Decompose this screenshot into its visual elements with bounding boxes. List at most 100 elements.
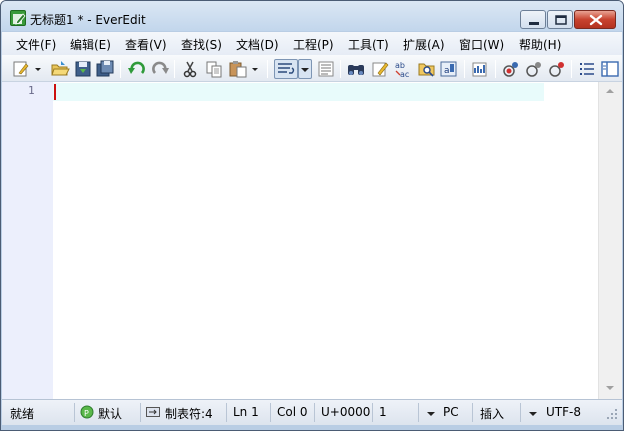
- find-in-files-button[interactable]: [417, 59, 437, 79]
- record-macro-icon: [503, 62, 518, 77]
- text-view-button[interactable]: [316, 59, 336, 79]
- scroll-up-icon[interactable]: [606, 89, 614, 93]
- redo-button[interactable]: [150, 59, 170, 79]
- open-folder-icon: [51, 61, 70, 76]
- find-in-files-icon: [418, 63, 435, 77]
- svg-text:ab: ab: [395, 61, 405, 70]
- selection-label: 1: [379, 405, 387, 419]
- menu-extensions[interactable]: 扩展(A): [403, 36, 445, 53]
- record-macro-button[interactable]: [501, 59, 521, 79]
- codepoint-label: U+0000: [321, 405, 371, 419]
- toolbar-separator: [571, 60, 572, 78]
- close-icon: [589, 14, 603, 26]
- open-button[interactable]: [50, 59, 70, 79]
- play-macro-button[interactable]: [524, 59, 544, 79]
- everedit-app-icon: [10, 10, 26, 26]
- run-macro-icon: [549, 62, 564, 77]
- svg-text:P: P: [84, 409, 89, 418]
- title-bar: 无标题1 * - EverEdit: [1, 1, 623, 31]
- scroll-down-icon[interactable]: [606, 386, 614, 390]
- editor-area[interactable]: 1: [2, 82, 622, 399]
- toolbar-separator: [495, 60, 496, 78]
- new-document-icon: [13, 61, 29, 77]
- list-button[interactable]: [577, 59, 597, 79]
- panel-icon: [601, 61, 619, 77]
- line-number: 1: [28, 84, 35, 97]
- menu-project[interactable]: 工程(P): [293, 36, 334, 53]
- cut-button[interactable]: [180, 59, 200, 79]
- menu-window[interactable]: 窗口(W): [459, 36, 504, 53]
- scheme-icon: P: [80, 405, 94, 419]
- column-label: Col 0: [277, 405, 308, 419]
- menu-file[interactable]: 文件(F): [16, 36, 56, 53]
- replace-abc-icon: ab ac: [395, 61, 409, 79]
- svg-text:ac: ac: [400, 70, 409, 79]
- paste-dropdown-button[interactable]: [250, 59, 260, 79]
- menu-search[interactable]: 查找(S): [181, 36, 222, 53]
- toolbar-separator: [340, 60, 341, 78]
- find-edit-icon: [372, 62, 389, 77]
- close-button[interactable]: [574, 10, 616, 29]
- chevron-down-icon: [252, 68, 258, 71]
- macro-button[interactable]: [470, 59, 490, 79]
- status-insert-mode[interactable]: 插入: [472, 403, 520, 422]
- chevron-down-icon: [35, 68, 41, 71]
- play-macro-icon: [526, 62, 541, 77]
- status-ready: 就绪: [10, 407, 35, 421]
- replace-in-files-button[interactable]: a: [439, 59, 459, 79]
- new-dropdown-button[interactable]: [33, 59, 43, 79]
- find-binoculars-icon: [348, 65, 364, 75]
- new-document-button[interactable]: [11, 59, 31, 79]
- menu-view[interactable]: 查看(V): [125, 36, 167, 53]
- text-caret: [54, 84, 56, 100]
- word-wrap-dropdown-button[interactable]: [298, 59, 312, 79]
- menu-document[interactable]: 文档(D): [236, 36, 279, 53]
- chevron-down-icon: [427, 412, 435, 416]
- panel-button[interactable]: [600, 59, 620, 79]
- run-macro-button[interactable]: [547, 59, 567, 79]
- undo-button[interactable]: [127, 59, 147, 79]
- minimize-button[interactable]: [520, 10, 546, 29]
- find-edit-button[interactable]: [370, 59, 390, 79]
- status-encoding[interactable]: UTF-8: [520, 403, 596, 422]
- minimize-icon: [529, 22, 539, 25]
- vertical-scrollbar[interactable]: [598, 82, 622, 399]
- status-bar: 就绪 P 默认 制表符:4 Ln 1 Col 0 U+0000 1 PC 插入 …: [2, 399, 622, 425]
- status-tab-size[interactable]: 制表符:4: [140, 403, 226, 422]
- word-wrap-button[interactable]: [274, 59, 298, 79]
- current-line-highlight: [53, 83, 544, 101]
- menu-tools[interactable]: 工具(T): [348, 36, 389, 53]
- word-wrap-icon: [278, 63, 295, 74]
- menu-edit[interactable]: 编辑(E): [70, 36, 111, 53]
- copy-button[interactable]: [204, 59, 224, 79]
- paste-icon: [229, 61, 247, 78]
- toolbar-separator: [120, 60, 121, 78]
- status-scheme[interactable]: P 默认: [74, 403, 139, 422]
- svg-text:a: a: [444, 66, 450, 76]
- status-column[interactable]: Col 0: [270, 403, 314, 422]
- maximize-button[interactable]: [547, 10, 573, 29]
- resize-grip-icon[interactable]: [606, 408, 618, 420]
- save-all-button[interactable]: [95, 59, 115, 79]
- save-button[interactable]: [73, 59, 93, 79]
- tab-size-label: 制表符:4: [165, 407, 213, 421]
- find-button[interactable]: [346, 59, 366, 79]
- status-selection[interactable]: 1: [372, 403, 418, 422]
- status-codepoint[interactable]: U+0000: [314, 403, 372, 422]
- tab-icon: [146, 407, 160, 417]
- line-ending-label: PC: [443, 405, 459, 419]
- cut-icon: [183, 61, 197, 78]
- menu-help[interactable]: 帮助(H): [519, 36, 561, 53]
- redo-icon: [152, 61, 169, 74]
- status-line[interactable]: Ln 1: [226, 403, 270, 422]
- toolbar-separator: [174, 60, 175, 78]
- toolbar-separator: [267, 60, 268, 78]
- replace-button[interactable]: ab ac: [394, 59, 414, 79]
- insert-mode-label: 插入: [480, 407, 505, 421]
- menu-bar: 文件(F) 编辑(E) 查看(V) 查找(S) 文档(D) 工程(P) 工具(T…: [2, 32, 622, 55]
- paste-button[interactable]: [228, 59, 248, 79]
- maximize-icon: [555, 15, 567, 25]
- main-toolbar: ab ac a: [2, 55, 622, 82]
- status-line-ending[interactable]: PC: [418, 403, 472, 422]
- save-icon: [75, 61, 91, 77]
